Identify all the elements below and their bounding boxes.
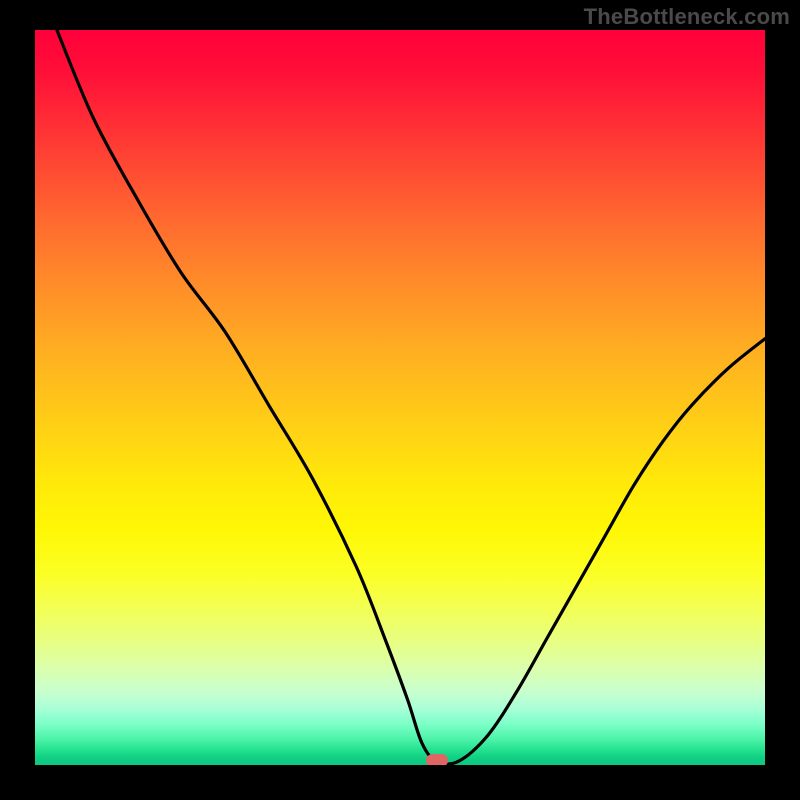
plot-area xyxy=(35,30,765,765)
chart-frame: TheBottleneck.com xyxy=(0,0,800,800)
watermark-text: TheBottleneck.com xyxy=(584,4,790,30)
bottleneck-curve xyxy=(35,30,765,765)
curve-minimum-marker-icon xyxy=(426,754,448,765)
